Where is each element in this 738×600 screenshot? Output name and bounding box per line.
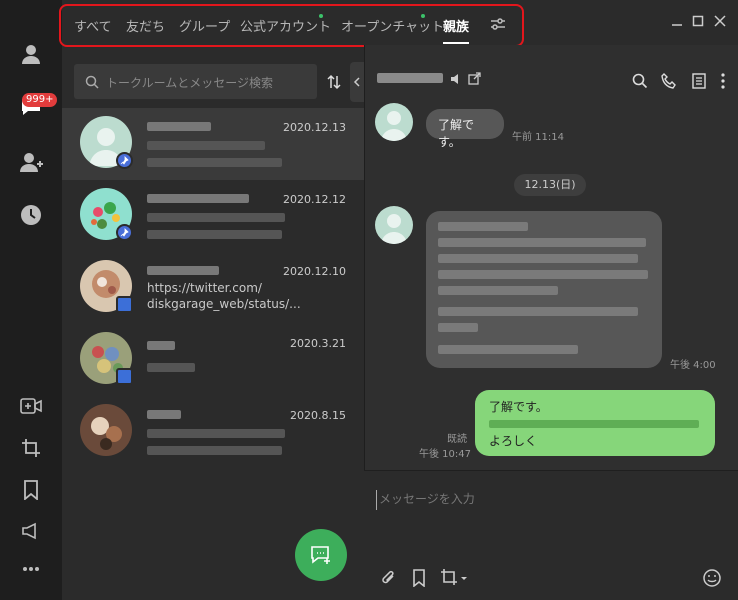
tabs-highlight-box (59, 4, 524, 47)
search-icon[interactable] (632, 73, 648, 92)
notes-icon[interactable] (692, 73, 706, 92)
sender-avatar[interactable] (375, 206, 413, 244)
keep-bookmark-icon[interactable] (412, 569, 426, 590)
blurred-snippet (147, 158, 282, 167)
message-input[interactable]: メッセージを入力 (376, 490, 676, 510)
blurred-snippet (147, 213, 285, 222)
sort-icon[interactable] (326, 74, 342, 93)
chat-date: 2020.12.13 (283, 121, 346, 134)
timeline-clock-icon[interactable] (17, 201, 45, 229)
chat-date: 2020.8.15 (290, 409, 346, 422)
blurred-text (438, 270, 648, 279)
blurred-text (438, 222, 528, 231)
minimize-icon[interactable] (671, 15, 683, 30)
chat-date: 2020.3.21 (290, 337, 346, 350)
attach-icon[interactable] (381, 569, 397, 590)
blurred-snippet (147, 363, 195, 372)
blurred-text (438, 345, 578, 354)
blurred-snippet (147, 230, 282, 239)
external-link-icon[interactable] (468, 72, 481, 88)
blurred-name (147, 341, 175, 350)
video-call-icon[interactable] (17, 392, 45, 420)
crop-icon[interactable] (17, 434, 45, 462)
call-icon[interactable] (661, 73, 677, 92)
blurred-text (438, 254, 638, 263)
chat-snippet-line2: diskgarage_web/status/... (147, 297, 301, 311)
blurred-name (147, 266, 219, 275)
chevron-left-icon (353, 77, 360, 87)
left-rail: 999+ (0, 0, 62, 600)
emoji-icon[interactable] (703, 569, 721, 590)
pin-icon (116, 152, 133, 169)
kebab-menu-icon[interactable] (721, 73, 725, 92)
chat-row[interactable]: 2020.12.12 (62, 180, 364, 252)
collapse-panel-button[interactable] (350, 62, 364, 102)
message-time: 午前 11:14 (512, 132, 564, 143)
pin-icon (116, 224, 133, 241)
blurred-snippet (147, 429, 285, 438)
blurred-snippet (147, 446, 282, 455)
chat-date: 2020.12.10 (283, 265, 346, 278)
own-message-bubble[interactable]: 了解です。 よろしく (475, 390, 715, 456)
screenshot-crop-icon[interactable] (440, 568, 468, 589)
blurred-text (489, 420, 699, 428)
message-bubble[interactable]: 了解です。 (426, 109, 504, 149)
unread-badge: 999+ (22, 93, 58, 107)
video-badge-icon (116, 296, 133, 313)
chat-row[interactable]: 2020.3.21 (62, 324, 364, 396)
date-separator: 12.13(日) (514, 174, 586, 196)
video-badge-icon (116, 368, 133, 385)
blurred-text (438, 323, 478, 332)
maximize-icon[interactable] (692, 15, 704, 30)
message-text-line1: 了解です。 (489, 400, 548, 414)
friends-icon[interactable] (17, 40, 45, 68)
sender-avatar[interactable] (375, 103, 413, 141)
chat-snippet: https://twitter.com/ (147, 281, 262, 295)
message-time: 午後 10:47 (419, 449, 471, 460)
blurred-name (147, 122, 211, 131)
message-time: 午後 4:00 (670, 360, 716, 371)
close-icon[interactable] (714, 15, 726, 30)
blurred-name (147, 194, 249, 203)
announcement-icon[interactable] (17, 517, 45, 545)
more-icon[interactable] (17, 555, 45, 583)
new-chat-icon (311, 546, 330, 564)
chat-row[interactable]: https://twitter.com/ diskgarage_web/stat… (62, 252, 364, 324)
blurred-text (438, 238, 646, 247)
blurred-name (147, 410, 181, 419)
chat-row[interactable]: 2020.12.13 (62, 108, 364, 180)
blurred-chat-title (377, 73, 443, 83)
avatar (80, 404, 132, 456)
blurred-text (438, 307, 638, 316)
blurred-text (438, 286, 558, 295)
chat-row[interactable]: 2020.8.15 (62, 396, 364, 468)
search-input[interactable]: トークルームとメッセージ検索 (74, 64, 317, 99)
message-text-line3: よろしく (489, 434, 538, 448)
read-status: 既読 (447, 434, 467, 445)
search-placeholder: トークルームとメッセージ検索 (106, 76, 274, 90)
add-friend-icon[interactable] (17, 148, 45, 176)
speaker-icon (450, 73, 462, 88)
bookmark-icon[interactable] (17, 476, 45, 504)
chat-date: 2020.12.12 (283, 193, 346, 206)
new-chat-button[interactable] (295, 529, 347, 581)
message-bubble[interactable] (426, 211, 662, 368)
search-icon (85, 75, 99, 89)
blurred-snippet (147, 141, 265, 150)
